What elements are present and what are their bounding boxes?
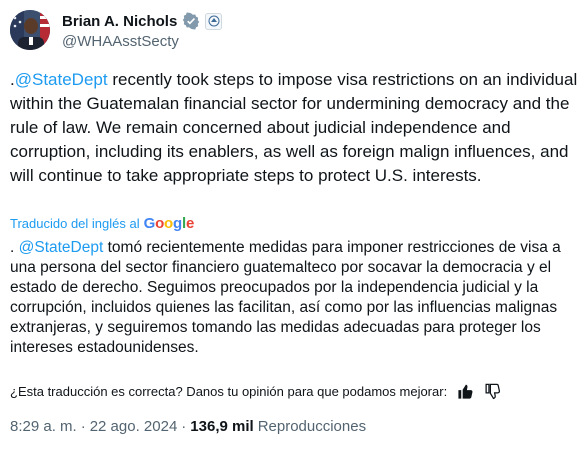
translated-mention-link[interactable]: @StateDept <box>19 239 104 256</box>
government-badge-icon[interactable] <box>205 12 223 30</box>
tweet-meta: 8:29 a. m. · 22 ago. 2024 · 136,9 mil Re… <box>10 418 366 435</box>
meta-separator: · <box>181 418 187 435</box>
verified-badge-icon[interactable] <box>182 12 200 30</box>
views-label: Reproducciones <box>257 418 367 435</box>
translation-feedback: ¿Esta traducción es correcta? Danos tu o… <box>10 383 501 400</box>
translated-by-link[interactable]: Traducido del inglés al Google <box>10 215 194 232</box>
views-count: 136,9 mil <box>190 418 254 435</box>
tweet-header: Brian A. Nichols @WHAAsstSecty <box>10 10 570 54</box>
meta-separator: · <box>80 418 86 435</box>
author-name[interactable]: Brian A. Nichols <box>62 13 177 30</box>
thumbs-up-icon[interactable] <box>457 383 474 400</box>
translated-prefix: . <box>10 239 19 256</box>
tweet-date[interactable]: 22 ago. 2024 <box>90 418 178 435</box>
tweet-time[interactable]: 8:29 a. m. <box>10 418 77 435</box>
thumbs-down-icon[interactable] <box>484 383 501 400</box>
translated-text: . @StateDept tomó recientemente medidas … <box>10 238 582 358</box>
translated-body: tomó recientemente medidas para imponer … <box>10 239 561 356</box>
tweet-text: .@StateDept recently took steps to impos… <box>10 68 580 188</box>
author-handle[interactable]: @WHAAsstSecty <box>62 33 179 50</box>
google-logo: Google <box>143 215 195 232</box>
avatar[interactable] <box>10 10 50 50</box>
translated-label: Traducido del inglés al <box>10 216 140 231</box>
mention-link[interactable]: @StateDept <box>15 70 108 89</box>
feedback-question: ¿Esta traducción es correcta? Danos tu o… <box>10 384 448 399</box>
